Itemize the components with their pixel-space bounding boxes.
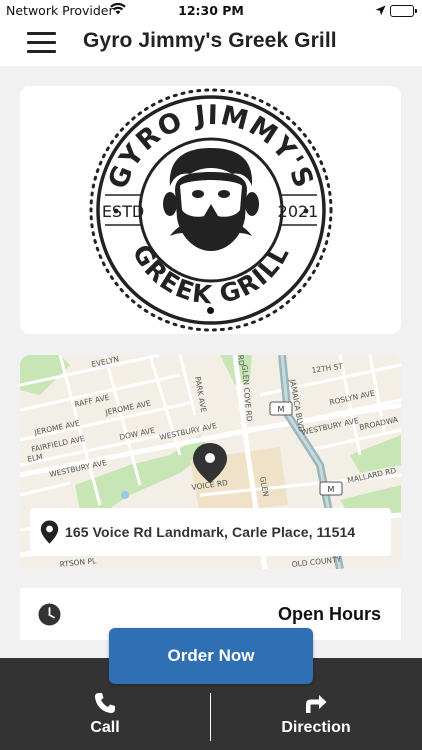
map-label: OLD COUNTY — [291, 555, 342, 569]
logo-estd-text: ESTD — [102, 202, 144, 221]
location-arrow-icon — [375, 4, 386, 19]
direction-label: Direction — [281, 719, 351, 736]
map-label: JEROME AVE — [33, 418, 81, 437]
call-button[interactable]: Call — [5, 688, 205, 744]
order-now-button[interactable]: Order Now — [109, 628, 313, 684]
open-hours-label: Open Hours — [277, 604, 381, 624]
clock-icon — [38, 603, 61, 630]
battery-icon — [390, 5, 417, 17]
train-station-icon: M — [319, 481, 343, 496]
restaurant-logo: GYRO JIMMY'S GREEK GRILL ESTD 2021 — [20, 86, 401, 334]
map-label: 12TH ST — [311, 362, 344, 375]
map-label: BROADWA — [359, 415, 400, 432]
map-label: RD — [236, 355, 246, 366]
address-card[interactable]: 165 Voice Rd Landmark, Carle Place, 1151… — [30, 508, 391, 556]
map-label: RTSON PL — [59, 556, 97, 569]
map-label: ROSLYN AVE — [329, 389, 376, 407]
mustache-face-icon — [163, 148, 259, 251]
page-title: Gyro Jimmy's Greek Grill — [83, 29, 337, 52]
svg-text:M: M — [278, 405, 285, 414]
call-label: Call — [90, 719, 120, 736]
map-label: ELM — [27, 452, 44, 464]
svg-text:M: M — [328, 485, 335, 494]
app-header: Gyro Jimmy's Greek Grill — [0, 22, 422, 66]
clock-time: 12:30 PM — [178, 3, 244, 18]
logo-year-text: 2021 — [278, 202, 319, 221]
address-text: 165 Voice Rd Landmark, Carle Place, 1151… — [65, 524, 356, 540]
divider — [210, 693, 211, 741]
status-bar: Network Provider 12:30 PM — [0, 0, 422, 22]
direction-arrow-icon — [216, 692, 416, 718]
carousel-indicator-dot[interactable] — [207, 307, 214, 314]
location-map[interactable]: EVELYN RAFF AVE JEROME AVE JEROME AVE FA… — [20, 355, 401, 569]
map-label: PARK AVE — [193, 376, 208, 413]
train-station-icon: M — [269, 401, 293, 416]
hamburger-icon[interactable] — [27, 32, 56, 54]
phone-icon — [5, 692, 205, 718]
direction-button[interactable]: Direction — [216, 688, 416, 744]
